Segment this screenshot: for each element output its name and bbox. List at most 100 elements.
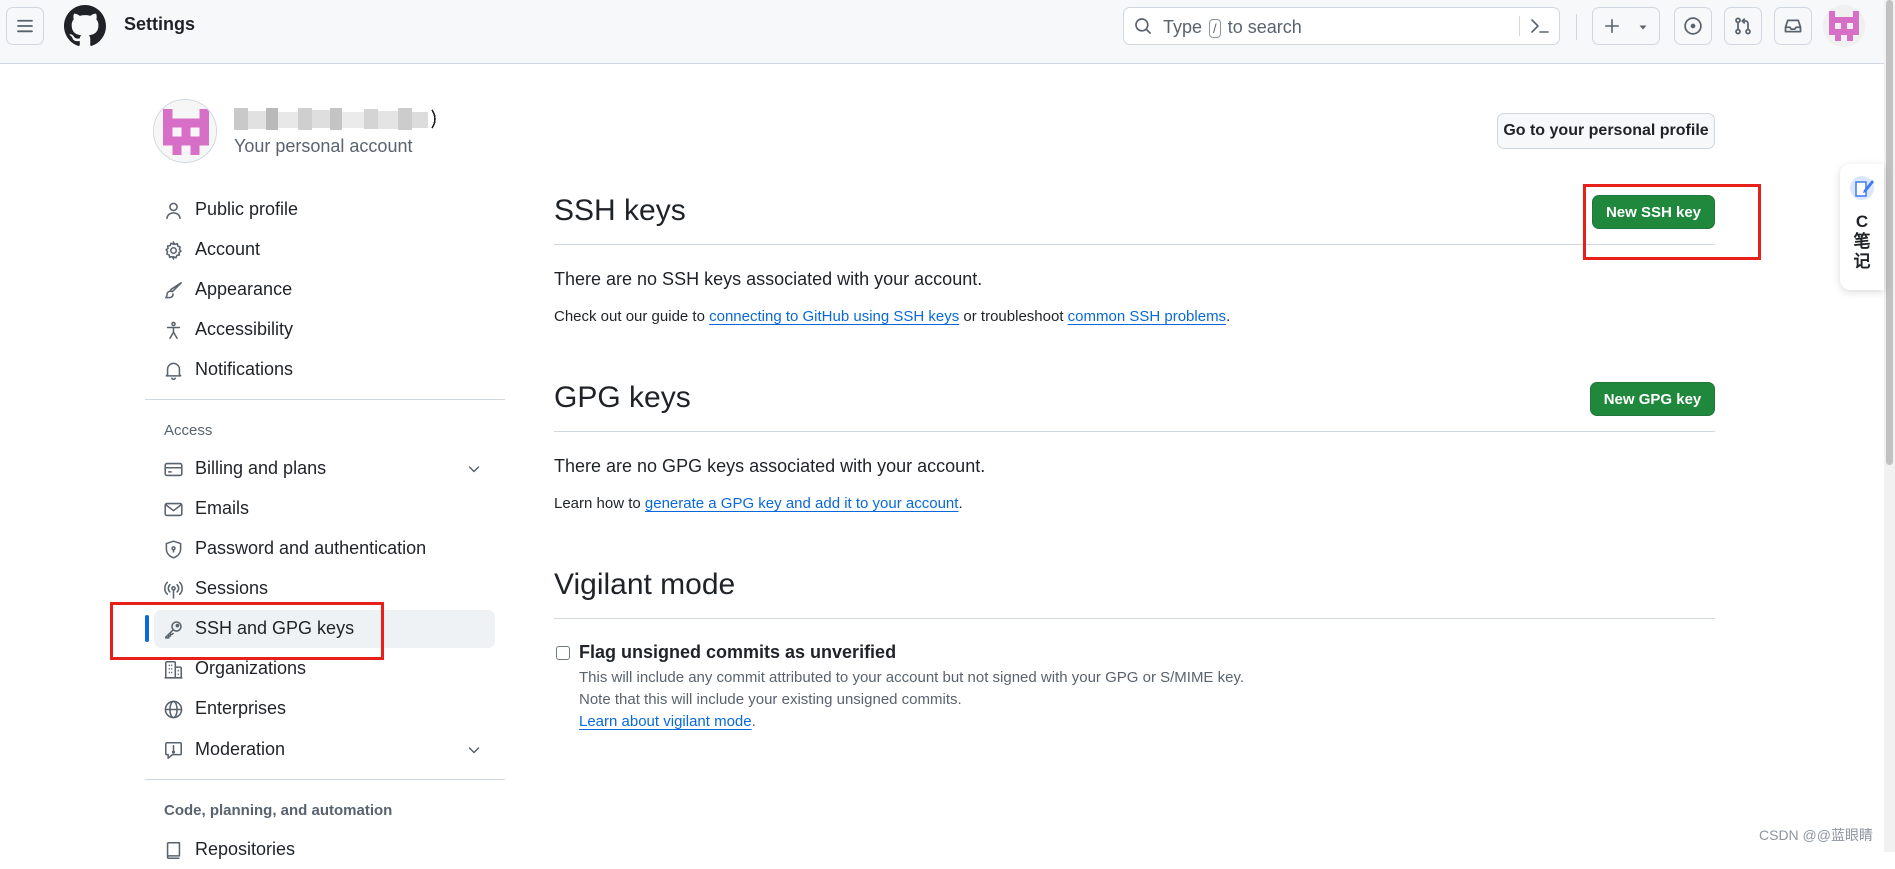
sidebar-item-label: Organizations	[195, 658, 307, 678]
plus-icon	[1605, 19, 1619, 33]
ssh-guide-link[interactable]: connecting to GitHub using SSH keys	[709, 308, 959, 325]
credit-card-icon	[164, 462, 183, 477]
sidebar-item-label: Account	[195, 239, 261, 259]
vigilant-mode-heading: Vigilant mode	[554, 568, 736, 601]
ssh-section-divider	[554, 244, 1715, 245]
sidebar-item-notifications[interactable]: Notifications	[154, 351, 495, 389]
ssh-guide-suffix: .	[1226, 308, 1231, 325]
accessibility-icon	[166, 321, 181, 339]
sidebar-item-appearance[interactable]: Appearance	[154, 271, 495, 309]
gpg-empty-message: There are no GPG keys associated with yo…	[554, 456, 986, 476]
repo-icon	[166, 842, 181, 859]
gear-icon	[165, 241, 182, 260]
sidebar-item-label: Billing and plans	[195, 458, 327, 478]
vigilant-section-divider	[554, 618, 1715, 619]
triangle-down-icon	[1639, 25, 1647, 30]
account-name-redacted	[234, 106, 440, 132]
gpg-generate-link[interactable]: generate a GPG key and add it to your ac…	[645, 495, 959, 512]
widget-label-line3: 记	[1853, 252, 1871, 271]
sidebar-item-public-profile[interactable]: Public profile	[154, 191, 495, 229]
search-divider	[1519, 16, 1520, 36]
sidebar-divider	[145, 399, 505, 400]
gpg-learn-prefix: Learn how to	[554, 495, 641, 512]
widget-label-line2: 笔	[1853, 232, 1871, 251]
sidebar-item-account[interactable]: Account	[154, 231, 495, 269]
gpg-learn-suffix: .	[958, 495, 963, 512]
sidebar-item-password[interactable]: Password and authentication	[154, 530, 495, 568]
sidebar-item-label: Sessions	[195, 578, 269, 598]
person-icon	[166, 202, 181, 219]
mail-icon	[164, 502, 183, 517]
note-icon	[1850, 176, 1874, 200]
shield-icon	[165, 540, 182, 559]
ssh-troubleshoot-link[interactable]: common SSH problems	[1068, 308, 1226, 325]
globe-icon	[164, 700, 183, 719]
sidebar-item-emails[interactable]: Emails	[154, 490, 495, 528]
search-suffix: to search	[1227, 17, 1302, 37]
header-separator	[1576, 14, 1577, 40]
gpg-keys-heading: GPG keys	[554, 381, 691, 414]
sidebar-divider	[145, 779, 505, 780]
ssh-empty-message: There are no SSH keys associated with yo…	[554, 269, 983, 289]
sidebar-item-label: Emails	[195, 498, 250, 518]
github-logo-icon[interactable]	[64, 5, 106, 47]
hamburger-icon	[17, 19, 33, 33]
issues-button[interactable]	[1674, 7, 1712, 45]
sidebar-item-label: Moderation	[195, 739, 286, 759]
sidebar-item-label: Notifications	[195, 359, 294, 379]
vigilant-learn-text: Learn about vigilant mode.	[579, 713, 756, 730]
sidebar-item-label: Accessibility	[195, 319, 294, 339]
git-pull-request-icon	[1735, 17, 1751, 35]
search-input[interactable]: Type / to search	[1123, 7, 1560, 45]
sidebar-heading-code: Code, planning, and automation	[164, 802, 393, 819]
search-placeholder: Type / to search	[1163, 17, 1302, 38]
note-widget[interactable]: C 笔 记	[1840, 164, 1884, 290]
sidebar-item-label: Public profile	[195, 199, 299, 219]
sidebar-item-moderation[interactable]: Moderation	[154, 731, 495, 769]
vigilant-learn-link[interactable]: Learn about vigilant mode	[579, 713, 752, 730]
search-icon	[1135, 18, 1151, 34]
vigilant-checkbox-label[interactable]: Flag unsigned commits as unverified	[579, 642, 896, 663]
ssh-keys-heading: SSH keys	[554, 194, 686, 227]
sidebar-item-label: Repositories	[195, 839, 296, 859]
pull-requests-button[interactable]	[1724, 7, 1762, 45]
sidebar-item-enterprises[interactable]: Enterprises	[154, 690, 495, 728]
create-new-button[interactable]	[1592, 7, 1660, 45]
gpg-learn-text: Learn how to generate a GPG key and add …	[554, 495, 963, 512]
chevron-down-icon[interactable]	[466, 461, 482, 477]
scrollbar-thumb[interactable]	[1886, 0, 1893, 465]
menu-button[interactable]	[6, 7, 44, 45]
sidebar-item-billing[interactable]: Billing and plans	[154, 450, 495, 488]
chevron-down-icon[interactable]	[466, 742, 482, 758]
search-shortcut-key: /	[1209, 19, 1221, 38]
page-scrollbar[interactable]	[1884, 0, 1895, 852]
sidebar-item-label: Enterprises	[195, 698, 287, 718]
command-palette-icon[interactable]	[1529, 16, 1551, 36]
sidebar-item-repositories[interactable]: Repositories	[154, 831, 495, 869]
paintbrush-icon	[165, 282, 182, 299]
new-gpg-key-button[interactable]: New GPG key	[1590, 382, 1715, 416]
highlight-box-new-ssh-key	[1583, 184, 1761, 260]
inbox-button[interactable]	[1774, 7, 1812, 45]
issue-opened-icon	[1684, 17, 1702, 35]
organization-icon	[164, 661, 183, 679]
sidebar-item-label: Appearance	[195, 279, 293, 299]
sidebar-item-label: Password and authentication	[195, 538, 427, 558]
ssh-guide-prefix: Check out our guide to	[554, 308, 705, 325]
widget-label-line1: C	[1855, 212, 1869, 231]
vigilant-mode-checkbox[interactable]	[556, 646, 570, 660]
page-title: Settings	[124, 14, 196, 34]
ssh-guide-middle: or troubleshoot	[963, 308, 1064, 325]
report-icon	[165, 742, 182, 759]
user-avatar[interactable]	[1823, 5, 1865, 47]
vigilant-note-line2: Note that this will include your existin…	[579, 691, 962, 708]
watermark: CSDN @@蓝眼睛	[1759, 827, 1873, 843]
highlight-box-ssh-gpg-sidebar	[110, 602, 384, 660]
sidebar-item-accessibility[interactable]: Accessibility	[154, 311, 495, 349]
gpg-section-divider	[554, 431, 1715, 432]
go-to-profile-button[interactable]: Go to your personal profile	[1497, 113, 1715, 149]
ssh-guide-text: Check out our guide to connecting to Git…	[554, 308, 1230, 325]
widget-label: C 笔 记	[1840, 212, 1884, 272]
vigilant-note-line1: This will include any commit attributed …	[579, 669, 1245, 686]
search-prefix: Type	[1163, 17, 1203, 37]
